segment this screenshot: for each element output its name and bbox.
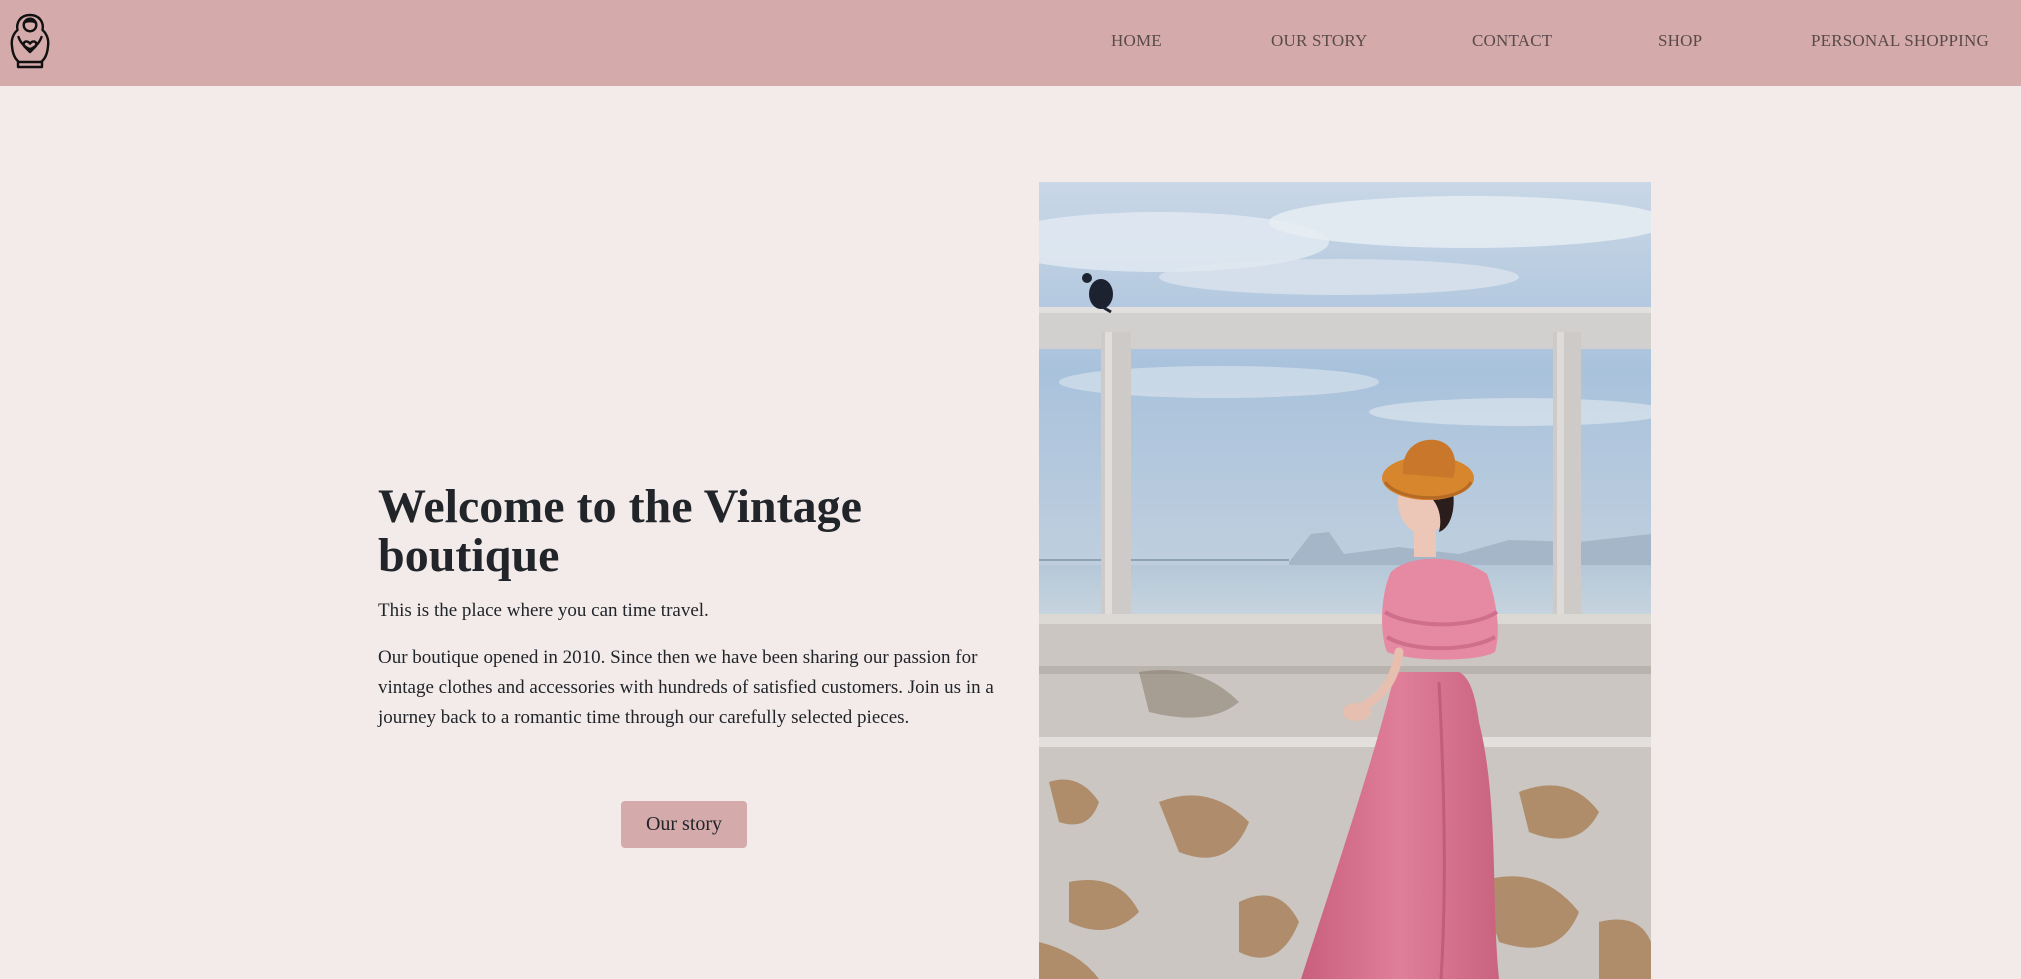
hero-photo — [1039, 182, 1651, 979]
nav-contact[interactable]: CONTACT — [1472, 31, 1552, 51]
nav-personal-shopping[interactable]: PERSONAL SHOPPING — [1811, 31, 1989, 51]
matryoshka-doll-icon[interactable] — [8, 13, 52, 69]
nav-home[interactable]: HOME — [1111, 31, 1162, 51]
hero-subtitle: This is the place where you can time tra… — [378, 600, 709, 621]
hero-description: Our boutique opened in 2010. Since then … — [378, 647, 994, 728]
hero-section: Welcome to the Vintage boutique This is … — [378, 482, 998, 733]
nav-shop[interactable]: SHOP — [1658, 31, 1702, 51]
top-navbar: HOME OUR STORY CONTACT SHOP PERSONAL SHO… — [0, 0, 2021, 86]
hero-title: Welcome to the Vintage boutique — [378, 480, 862, 582]
nav-our-story[interactable]: OUR STORY — [1271, 31, 1367, 51]
our-story-button[interactable]: Our story — [621, 801, 747, 848]
